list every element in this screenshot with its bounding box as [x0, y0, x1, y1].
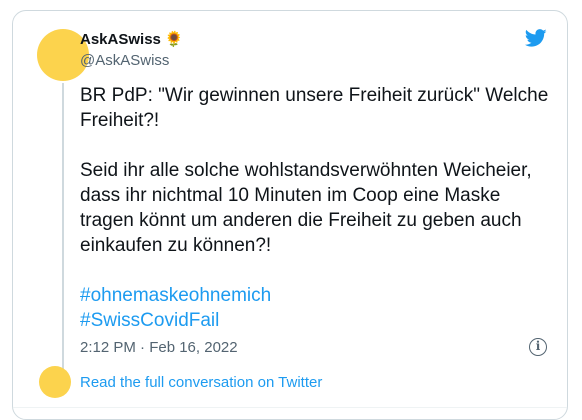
user-handle[interactable]: @AskASwiss: [80, 52, 169, 69]
read-conversation-link[interactable]: Read the full conversation on Twitter: [80, 374, 322, 391]
info-icon[interactable]: i: [529, 338, 547, 356]
hashtag-link[interactable]: #SwissCovidFail: [80, 308, 550, 333]
tweet-text: BR PdP: "Wir gewinnen unsere Freiheit zu…: [80, 83, 550, 333]
tweet-card[interactable]: AskASwiss 🌻 @AskASwiss BR PdP: "Wir gewi…: [12, 10, 568, 420]
tweet-paragraph-1: BR PdP: "Wir gewinnen unsere Freiheit zu…: [80, 85, 549, 131]
thread-line: [62, 83, 64, 371]
hashtags: #ohnemaskeohnemich #SwissCovidFail: [80, 283, 550, 333]
tweet-paragraph-2: Seid ihr alle solche wohlstandsverwöhnte…: [80, 160, 532, 256]
hashtag-link[interactable]: #ohnemaskeohnemich: [80, 283, 550, 308]
display-name-text: AskASwiss: [80, 31, 161, 48]
reply-avatar[interactable]: [39, 366, 71, 398]
twitter-bird-icon[interactable]: [523, 27, 549, 49]
divider: [13, 407, 567, 408]
sunflower-emoji: 🌻: [164, 31, 184, 48]
display-name[interactable]: AskASwiss 🌻: [80, 31, 184, 48]
tweet-timestamp[interactable]: 2:12 PM · Feb 16, 2022: [80, 339, 238, 356]
